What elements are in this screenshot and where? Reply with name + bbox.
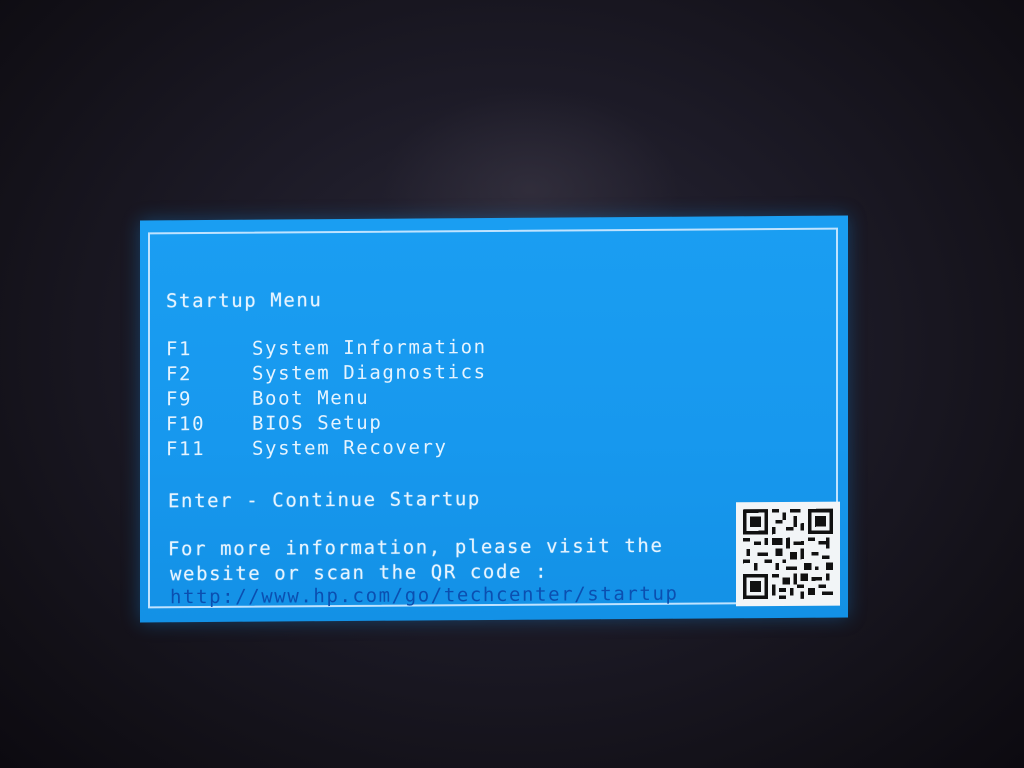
menu-item-system-diagnostics[interactable]: F2 System Diagnostics (166, 359, 766, 387)
startup-menu-window: Startup Menu F1 System Information F2 Sy… (140, 215, 848, 623)
menu-label: BIOS Setup (252, 411, 383, 435)
help-url-link: http://www.hp.com/go/techcenter/startup (170, 582, 679, 609)
qr-code-icon (736, 501, 840, 607)
info-text-line1: For more information, please visit the (168, 534, 664, 561)
menu-title: Startup Menu (166, 289, 323, 313)
menu-item-system-recovery[interactable]: F11 System Recovery (166, 434, 766, 462)
menu-item-system-information[interactable]: F1 System Information (166, 334, 766, 362)
menu-label: System Diagnostics (252, 361, 487, 385)
menu-key: F11 (166, 438, 206, 461)
menu-key: F1 (166, 338, 193, 361)
menu-key: F9 (166, 388, 193, 411)
menu-item-bios-setup[interactable]: F10 BIOS Setup (166, 409, 766, 437)
info-text-line2: website or scan the QR code : (170, 560, 549, 586)
monitor-background: Startup Menu F1 System Information F2 Sy… (0, 0, 1024, 768)
menu-key: F2 (166, 363, 193, 386)
menu-label: Boot Menu (252, 386, 370, 410)
menu-label: System Information (252, 336, 487, 360)
menu-label: System Recovery (252, 436, 448, 460)
menu-item-boot-menu[interactable]: F9 Boot Menu (166, 384, 766, 412)
window-border: Startup Menu F1 System Information F2 Sy… (148, 227, 840, 609)
continue-startup-option[interactable]: Enter - Continue Startup (168, 488, 481, 512)
menu-key: F10 (166, 413, 206, 436)
